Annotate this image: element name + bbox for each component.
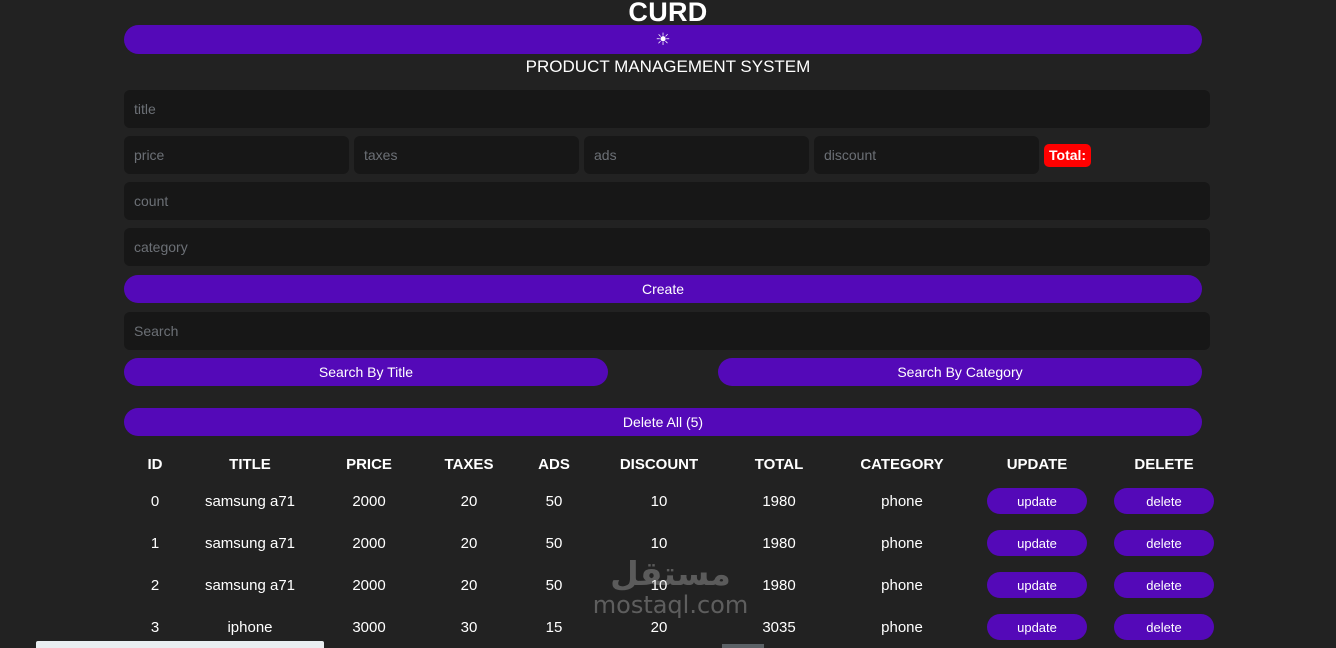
cell-update: update bbox=[970, 522, 1104, 564]
cell-category: phone bbox=[881, 534, 923, 552]
cell-discount: 10 bbox=[650, 492, 668, 510]
ads-input[interactable] bbox=[584, 136, 809, 174]
cell-category: phone bbox=[881, 492, 923, 510]
title-input[interactable] bbox=[124, 90, 1210, 128]
cell-delete: delete bbox=[1104, 564, 1224, 606]
table-header-taxes: TAXES bbox=[444, 455, 494, 473]
cell-total: 1980 bbox=[762, 534, 796, 552]
products-table-wrapper: ID TITLE PRICE TAXES ADS DISCOUNT TOTAL CATEGOR… bbox=[124, 448, 1214, 648]
table-header-discount: DISCOUNT bbox=[619, 455, 699, 473]
table-row: 0 samsung a71 2000 20 50 10 1980 phone update del… bbox=[124, 480, 1224, 522]
cell-taxes: 30 bbox=[460, 618, 478, 636]
search-input[interactable] bbox=[124, 312, 1210, 350]
cell-price: 3000 bbox=[352, 618, 386, 636]
total-badge: Total: bbox=[1044, 143, 1092, 167]
table-head: ID TITLE PRICE TAXES ADS DISCOUNT TOTAL CATEGOR… bbox=[124, 448, 1224, 480]
cell-ads: 50 bbox=[545, 492, 563, 510]
price-input[interactable] bbox=[124, 136, 349, 174]
cell-update: update bbox=[970, 606, 1104, 648]
table-header-price: PRICE bbox=[346, 455, 392, 473]
cell-title: samsung a71 bbox=[204, 576, 296, 594]
update-button[interactable]: update bbox=[987, 488, 1087, 514]
table-header-ads: ADS bbox=[538, 455, 570, 473]
cell-taxes: 20 bbox=[460, 534, 478, 552]
cell-price: 2000 bbox=[352, 534, 386, 552]
app-root: CURD ☀ PRODUCT MANAGEMENT SYSTEM Total: … bbox=[0, 0, 1336, 648]
cell-id: 1 bbox=[150, 534, 160, 552]
delete-button[interactable]: delete bbox=[1114, 530, 1214, 556]
cell-discount: 20 bbox=[650, 618, 668, 636]
table-header-id: ID bbox=[147, 455, 163, 473]
cell-update: update bbox=[970, 480, 1104, 522]
category-input[interactable] bbox=[124, 228, 1210, 266]
table-row: 2 samsung a71 2000 20 50 10 1980 phone update del… bbox=[124, 564, 1224, 606]
cell-total: 1980 bbox=[762, 492, 796, 510]
table-body: 0 samsung a71 2000 20 50 10 1980 phone update del… bbox=[124, 480, 1224, 648]
table-header-title: TITLE bbox=[229, 455, 271, 473]
cell-discount: 10 bbox=[650, 576, 668, 594]
product-form: Total: Create Search By Title Search By … bbox=[124, 90, 1210, 436]
delete-button[interactable]: delete bbox=[1114, 488, 1214, 514]
delete-button[interactable]: delete bbox=[1114, 572, 1214, 598]
cell-taxes: 20 bbox=[460, 492, 478, 510]
search-by-category-button[interactable]: Search By Category bbox=[718, 358, 1202, 386]
search-mode-buttons: Search By Title Search By Category bbox=[124, 358, 1202, 386]
page-title: CURD bbox=[628, 0, 708, 27]
cell-delete: delete bbox=[1104, 522, 1224, 564]
cell-update: update bbox=[970, 564, 1104, 606]
cell-ads: 50 bbox=[545, 576, 563, 594]
search-by-title-button[interactable]: Search By Title bbox=[124, 358, 608, 386]
bottom-scroll-indicator[interactable] bbox=[722, 644, 764, 648]
discount-input[interactable] bbox=[814, 136, 1039, 174]
cell-category: phone bbox=[881, 576, 923, 594]
table-header-total: TOTAL bbox=[754, 455, 804, 473]
update-button[interactable]: update bbox=[987, 614, 1087, 640]
cell-delete: delete bbox=[1104, 480, 1224, 522]
cell-total: 1980 bbox=[762, 576, 796, 594]
theme-toggle-bar[interactable]: ☀ bbox=[124, 25, 1202, 54]
create-button[interactable]: Create bbox=[124, 275, 1202, 303]
table-header-row: ID TITLE PRICE TAXES ADS DISCOUNT TOTAL CATEGOR… bbox=[124, 448, 1224, 480]
sun-icon[interactable]: ☀ bbox=[655, 31, 670, 48]
cell-discount: 10 bbox=[650, 534, 668, 552]
cell-id: 0 bbox=[150, 492, 160, 510]
cell-category: phone bbox=[881, 618, 923, 636]
table-header-update: UPDATE bbox=[1006, 455, 1068, 473]
cell-title: samsung a71 bbox=[204, 534, 296, 552]
cell-price: 2000 bbox=[352, 576, 386, 594]
table-header-category: CATEGORY bbox=[860, 455, 944, 473]
cell-total: 3035 bbox=[762, 618, 796, 636]
update-button[interactable]: update bbox=[987, 530, 1087, 556]
cell-ads: 50 bbox=[545, 534, 563, 552]
cell-title: samsung a71 bbox=[204, 492, 296, 510]
table-header-delete: DELETE bbox=[1134, 455, 1194, 473]
numeric-fields-row: Total: bbox=[124, 136, 1210, 174]
count-input[interactable] bbox=[124, 182, 1210, 220]
products-table: ID TITLE PRICE TAXES ADS DISCOUNT TOTAL CATEGOR… bbox=[124, 448, 1224, 648]
subtitle: PRODUCT MANAGEMENT SYSTEM bbox=[525, 57, 811, 76]
delete-all-button[interactable]: Delete All (5) bbox=[124, 408, 1202, 436]
taxes-input[interactable] bbox=[354, 136, 579, 174]
cell-id: 2 bbox=[150, 576, 160, 594]
bottom-status-bar bbox=[36, 641, 324, 648]
table-row: 1 samsung a71 2000 20 50 10 1980 phone update del… bbox=[124, 522, 1224, 564]
cell-price: 2000 bbox=[352, 492, 386, 510]
cell-delete: delete bbox=[1104, 606, 1224, 648]
cell-taxes: 20 bbox=[460, 576, 478, 594]
update-button[interactable]: update bbox=[987, 572, 1087, 598]
cell-ads: 15 bbox=[545, 618, 563, 636]
delete-button[interactable]: delete bbox=[1114, 614, 1214, 640]
